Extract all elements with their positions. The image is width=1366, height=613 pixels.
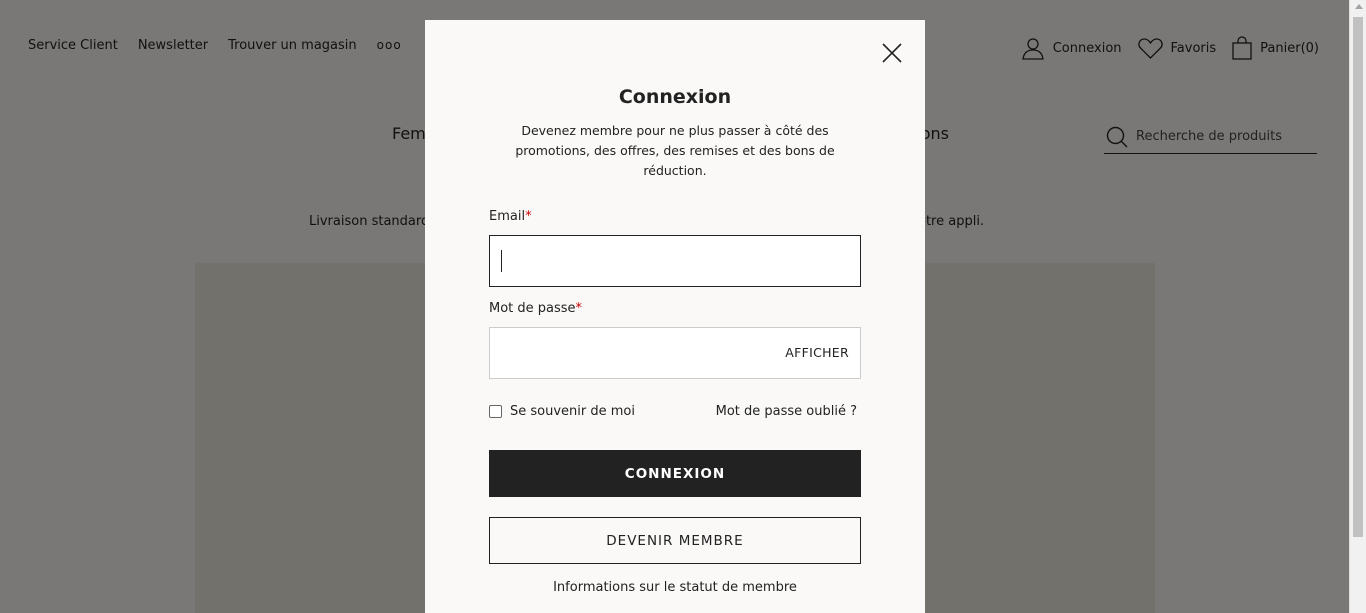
password-label-text: Mot de passe xyxy=(489,301,576,316)
password-field-wrapper: AFFICHER xyxy=(489,327,861,379)
required-mark: * xyxy=(575,301,583,316)
remember-me[interactable]: Se souvenir de moi xyxy=(489,404,635,419)
close-icon[interactable] xyxy=(881,42,903,64)
remember-me-checkbox[interactable] xyxy=(489,405,502,418)
email-label: Email* xyxy=(489,209,532,224)
login-button[interactable]: CONNEXION xyxy=(489,450,861,497)
member-info-link[interactable]: Informations sur le statut de membre xyxy=(425,580,925,595)
scroll-up-arrow-icon[interactable] xyxy=(1355,4,1363,9)
modal-subtitle: Devenez membre pour ne plus passer à côt… xyxy=(515,123,835,178)
login-modal: Connexion Devenez membre pour ne plus pa… xyxy=(425,20,925,613)
email-field[interactable] xyxy=(490,236,860,286)
show-password-button[interactable]: AFFICHER xyxy=(785,345,849,360)
remember-me-label: Se souvenir de moi xyxy=(510,404,635,419)
forgot-password-link[interactable]: Mot de passe oublié ? xyxy=(716,404,857,419)
text-caret xyxy=(501,250,502,272)
email-field-wrapper xyxy=(489,235,861,287)
password-label: Mot de passe* xyxy=(489,301,582,316)
become-member-button[interactable]: DEVENIR MEMBRE xyxy=(489,517,861,564)
modal-title: Connexion xyxy=(618,86,732,108)
page-scrollbar[interactable] xyxy=(1349,0,1366,613)
scroll-thumb[interactable] xyxy=(1353,17,1363,537)
email-label-text: Email xyxy=(489,209,526,224)
required-mark: * xyxy=(525,209,532,224)
